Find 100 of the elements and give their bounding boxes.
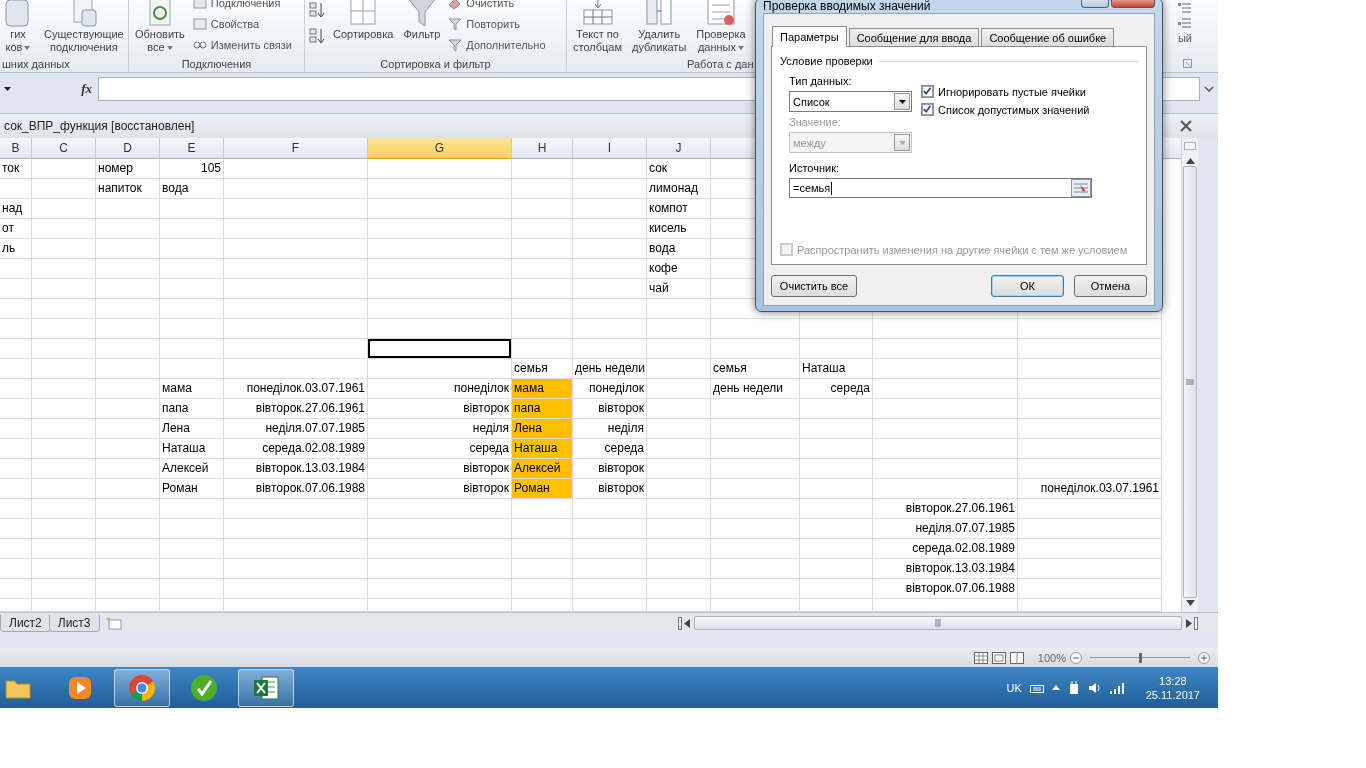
empty-cell[interactable] xyxy=(873,319,1018,340)
empty-cell[interactable] xyxy=(873,359,1018,380)
empty-cell[interactable] xyxy=(96,419,160,440)
empty-cell[interactable] xyxy=(32,379,96,400)
new-sheet-icon[interactable] xyxy=(105,616,122,630)
empty-cell[interactable] xyxy=(512,239,573,260)
empty-cell[interactable] xyxy=(368,219,512,240)
empty-cell[interactable] xyxy=(32,559,96,580)
column-header[interactable]: D xyxy=(96,138,160,160)
empty-cell[interactable] xyxy=(573,239,647,260)
empty-cell[interactable] xyxy=(647,319,711,340)
empty-cell[interactable] xyxy=(573,179,647,200)
empty-cell[interactable] xyxy=(873,479,1018,500)
empty-cell[interactable] xyxy=(32,579,96,600)
empty-cell[interactable] xyxy=(573,339,647,360)
split-handle-icon[interactable] xyxy=(1194,616,1198,630)
empty-cell[interactable] xyxy=(873,439,1018,460)
empty-cell[interactable] xyxy=(573,199,647,220)
empty-cell[interactable] xyxy=(1018,439,1162,460)
vertical-scrollbar[interactable] xyxy=(1181,138,1198,613)
empty-cell[interactable] xyxy=(368,519,512,540)
table-cell[interactable]: неділя.07.07.1985 xyxy=(873,519,1018,540)
table-cell[interactable]: Лена xyxy=(512,419,573,440)
empty-cell[interactable] xyxy=(32,279,96,300)
empty-cell[interactable] xyxy=(96,219,160,240)
table-cell[interactable]: номер xyxy=(96,159,160,180)
chevron-down-icon[interactable] xyxy=(1204,85,1214,92)
table-cell[interactable]: Роман xyxy=(512,479,573,500)
empty-cell[interactable] xyxy=(368,179,512,200)
help-button[interactable] xyxy=(1081,0,1109,8)
empty-cell[interactable] xyxy=(573,539,647,560)
empty-cell[interactable] xyxy=(873,459,1018,480)
empty-cell[interactable] xyxy=(0,259,32,280)
empty-cell[interactable] xyxy=(96,339,160,360)
empty-cell[interactable] xyxy=(512,219,573,240)
table-cell[interactable]: над xyxy=(0,199,32,220)
table-cell[interactable]: середа xyxy=(800,379,873,400)
dialog-button[interactable]: Очистить все xyxy=(771,275,857,297)
empty-cell[interactable] xyxy=(1018,359,1162,380)
sort-ascending-icon[interactable] xyxy=(309,2,325,18)
empty-cell[interactable] xyxy=(160,539,224,560)
empty-cell[interactable] xyxy=(32,219,96,240)
table-cell[interactable]: середа.02.08.1989 xyxy=(224,439,368,460)
ribbon-command[interactable]: Свойства xyxy=(210,17,260,30)
empty-cell[interactable] xyxy=(32,319,96,340)
normal-view-icon[interactable] xyxy=(973,651,988,664)
empty-cell[interactable] xyxy=(368,199,512,220)
chevron-up-icon[interactable] xyxy=(1051,685,1060,691)
dialog-button[interactable]: Отмена xyxy=(1074,275,1147,297)
empty-cell[interactable] xyxy=(647,439,711,460)
empty-cell[interactable] xyxy=(800,539,873,560)
empty-cell[interactable] xyxy=(647,399,711,420)
plug-icon[interactable] xyxy=(1067,680,1080,695)
empty-cell[interactable] xyxy=(96,499,160,520)
empty-cell[interactable] xyxy=(573,519,647,540)
column-header[interactable]: H xyxy=(512,138,573,160)
dialog-launcher-icon[interactable] xyxy=(1183,59,1192,68)
empty-cell[interactable] xyxy=(1018,559,1162,580)
empty-cell[interactable] xyxy=(512,299,573,320)
table-cell[interactable]: Алексей xyxy=(160,459,224,480)
ribbon-button[interactable]: Текст по столбцам xyxy=(571,0,624,58)
clock-date[interactable]: 25.11.2017 xyxy=(1145,687,1200,702)
empty-cell[interactable] xyxy=(0,559,32,580)
zoom-out-icon[interactable] xyxy=(1070,651,1082,664)
empty-cell[interactable] xyxy=(224,279,368,300)
empty-cell[interactable] xyxy=(800,419,873,440)
column-header[interactable]: F xyxy=(224,138,368,160)
empty-cell[interactable] xyxy=(711,459,800,480)
empty-cell[interactable] xyxy=(800,339,873,360)
sort-descending-icon[interactable] xyxy=(309,28,325,44)
empty-cell[interactable] xyxy=(96,239,160,260)
table-cell[interactable]: напиток xyxy=(96,179,160,200)
empty-cell[interactable] xyxy=(224,359,368,380)
empty-cell[interactable] xyxy=(160,499,224,520)
table-cell[interactable]: Наташа xyxy=(160,439,224,460)
empty-cell[interactable] xyxy=(1018,519,1162,540)
table-cell[interactable]: день недели xyxy=(711,379,800,400)
dialog-tab[interactable]: Сообщение для ввода xyxy=(848,28,980,46)
table-cell[interactable]: лимонад xyxy=(647,179,711,200)
ribbon-button[interactable]: Сортировка xyxy=(331,0,396,58)
empty-cell[interactable] xyxy=(0,419,32,440)
table-cell[interactable]: середа.02.08.1989 xyxy=(873,539,1018,560)
down-arrow-icon[interactable] xyxy=(1185,600,1195,607)
empty-cell[interactable] xyxy=(96,199,160,220)
dialog-button[interactable]: ОК xyxy=(991,275,1064,297)
table-cell[interactable]: вівторок xyxy=(573,459,647,480)
empty-cell[interactable] xyxy=(32,179,96,200)
empty-cell[interactable] xyxy=(0,579,32,600)
ribbon-button[interactable]: Существующие подключения xyxy=(42,0,126,58)
empty-cell[interactable] xyxy=(224,159,368,180)
empty-cell[interactable] xyxy=(647,579,711,600)
empty-cell[interactable] xyxy=(711,499,800,520)
empty-cell[interactable] xyxy=(800,399,873,420)
table-cell[interactable]: вівторок xyxy=(573,399,647,420)
empty-cell[interactable] xyxy=(647,479,711,500)
column-header[interactable]: E xyxy=(160,138,224,160)
empty-cell[interactable] xyxy=(0,319,32,340)
table-cell[interactable]: вівторок.07.06.1988 xyxy=(873,579,1018,600)
table-cell[interactable]: от xyxy=(0,219,32,240)
empty-cell[interactable] xyxy=(573,499,647,520)
